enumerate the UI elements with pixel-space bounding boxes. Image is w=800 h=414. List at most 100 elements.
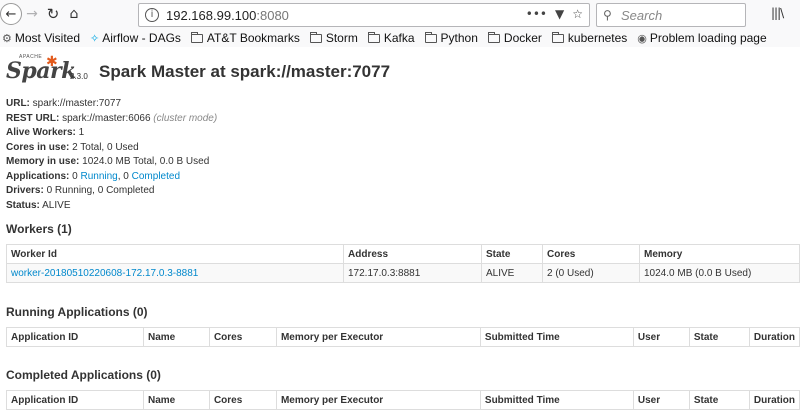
search-icon: ⚲ [603,8,612,22]
bookmark-label: Problem loading page [649,31,767,45]
running-apps-table: Application ID Name Cores Memory per Exe… [6,327,800,347]
table-header-row: Worker Id Address State Cores Memory [6,244,800,264]
cluster-summary: URL: spark://master:7077 REST URL: spark… [6,97,217,213]
bookmark-label: Python [440,31,478,45]
summary-status: Status: ALIVE [6,199,217,214]
col-cores[interactable]: Cores [208,390,277,410]
summary-value: 0 Running, 0 Completed [46,185,155,196]
summary-label: Status: [6,199,40,211]
col-state[interactable]: State [688,390,750,410]
bookmark-label: Docker [503,31,542,45]
col-user[interactable]: User [632,390,690,410]
summary-label: Alive Workers: [6,127,76,138]
bookmark-label: Most Visited [14,31,81,45]
workers-title[interactable]: Workers (1) [6,222,72,236]
gear-icon: ⚙ [2,31,12,45]
table-cell: 2 (0 Used) [542,263,640,283]
page-title: Spark Master at spark://master:7077 [99,62,391,81]
completed-apps-link[interactable]: Completed [132,171,180,182]
bookmark-label: AT&T Bookmarks [206,31,300,45]
home-icon[interactable]: ⌂ [65,3,83,25]
library-icon[interactable]: |||\ [771,6,784,20]
bookmark-label: kubernetes [567,31,628,45]
bookmark-python[interactable]: Python [424,31,478,45]
summary-cores: Cores in use: 2 Total, 0 Used [6,141,217,156]
browser-toolbar: ← → ↻ ⌂ i 192.168.99.100:8080 ••• ▼ ☆ ⚲ … [0,0,800,29]
completed-apps-table: Application ID Name Cores Memory per Exe… [6,390,800,410]
col-duration[interactable]: Duration [748,327,800,347]
workers-table: Worker Id Address State Cores Memory wor… [6,244,800,283]
col-duration[interactable]: Duration [748,390,800,410]
summary-drivers: Drivers: 0 Running, 0 Completed [6,184,217,199]
col-application-id[interactable]: Application ID [6,390,144,410]
logo-spark-text: Spark [6,58,76,84]
summary-label: URL: [6,98,30,109]
col-state[interactable]: State [481,244,543,264]
completed-apps-title[interactable]: Completed Applications (0) [6,368,161,382]
summary-rest-url: REST URL: spark://master:6066 (cluster m… [6,112,217,127]
summary-label: Memory in use: [6,156,80,167]
folder-icon [309,31,322,43]
col-address[interactable]: Address [343,244,482,264]
summary-value: spark://master:7077 [32,98,122,109]
summary-label: Drivers: [6,185,44,196]
bookmark-att[interactable]: AT&T Bookmarks [190,31,300,45]
url-host: 192.168.99.100 [166,8,257,23]
col-cores[interactable]: Cores [208,327,277,347]
bookmark-docker[interactable]: Docker [487,31,542,45]
bookmark-airflow[interactable]: ✧ Airflow - DAGs [90,31,181,45]
search-input[interactable]: Search [621,8,662,23]
address-bar[interactable]: i 192.168.99.100:8080 ••• ▼ ☆ [138,3,590,27]
bookmark-kafka[interactable]: Kafka [367,31,415,45]
table-row: worker-20180510220608-172.17.0.3-8881 17… [6,263,800,283]
bookmark-label: Storm [325,31,358,45]
info-icon[interactable]: i [145,8,159,22]
table-cell: 172.17.0.3:8881 [343,263,482,283]
reload-icon[interactable]: ↻ [44,3,62,25]
airflow-icon: ✧ [90,31,100,45]
col-application-id[interactable]: Application ID [6,327,144,347]
spark-version: 2.3.0 [70,72,88,81]
running-apps-title[interactable]: Running Applications (0) [6,305,148,319]
col-state[interactable]: State [688,327,750,347]
col-cores[interactable]: Cores [542,244,640,264]
col-worker-id[interactable]: Worker Id [6,244,344,264]
worker-link[interactable]: worker-20180510220608-172.17.0.3-8881 [11,268,198,279]
bookmark-problem-loading[interactable]: ◉ Problem loading page [637,31,766,45]
col-memory[interactable]: Memory [639,244,800,264]
page-actions-icon[interactable]: ••• [526,7,547,21]
running-apps-link[interactable]: Running [80,171,117,182]
forward-arrow-icon[interactable]: → [23,3,41,25]
url-port: :8080 [256,8,289,23]
summary-label: REST URL: [6,112,60,124]
folder-icon [367,31,380,43]
search-bar[interactable]: ⚲ Search [596,3,746,27]
summary-value: 2 Total, 0 Used [72,141,139,153]
star-icon[interactable]: ☆ [572,7,583,21]
bookmark-most-visited[interactable]: ⚙ Most Visited [2,31,80,45]
running-count: 0 [72,170,78,182]
url-text[interactable]: 192.168.99.100:8080 [166,8,289,23]
rest-mode-note: (cluster mode) [153,112,218,124]
summary-value: ALIVE [42,199,71,211]
bookmark-kubernetes[interactable]: kubernetes [551,31,628,45]
table-cell: worker-20180510220608-172.17.0.3-8881 [6,263,344,283]
table-header-row: Application ID Name Cores Memory per Exe… [6,327,800,347]
summary-value: spark://master:6066 [62,112,151,124]
col-name[interactable]: Name [142,390,210,410]
back-arrow-icon[interactable]: ← [0,3,22,25]
pocket-icon[interactable]: ▼ [555,7,564,21]
summary-url: URL: spark://master:7077 [6,97,217,112]
col-memory-per-executor[interactable]: Memory per Executor [275,390,481,410]
col-user[interactable]: User [632,327,690,347]
col-name[interactable]: Name [142,327,210,347]
spark-star-icon: ✱ [46,54,58,70]
col-submitted-time[interactable]: Submitted Time [479,390,634,410]
bookmark-storm[interactable]: Storm [309,31,358,45]
bookmark-label: Kafka [383,31,415,45]
col-submitted-time[interactable]: Submitted Time [479,327,634,347]
folder-icon [424,31,437,43]
spark-logo[interactable]: APACHE Spark ✱ 2.3.0 [6,54,88,86]
col-memory-per-executor[interactable]: Memory per Executor [275,327,481,347]
table-cell: 1024.0 MB (0.0 B Used) [639,263,800,283]
